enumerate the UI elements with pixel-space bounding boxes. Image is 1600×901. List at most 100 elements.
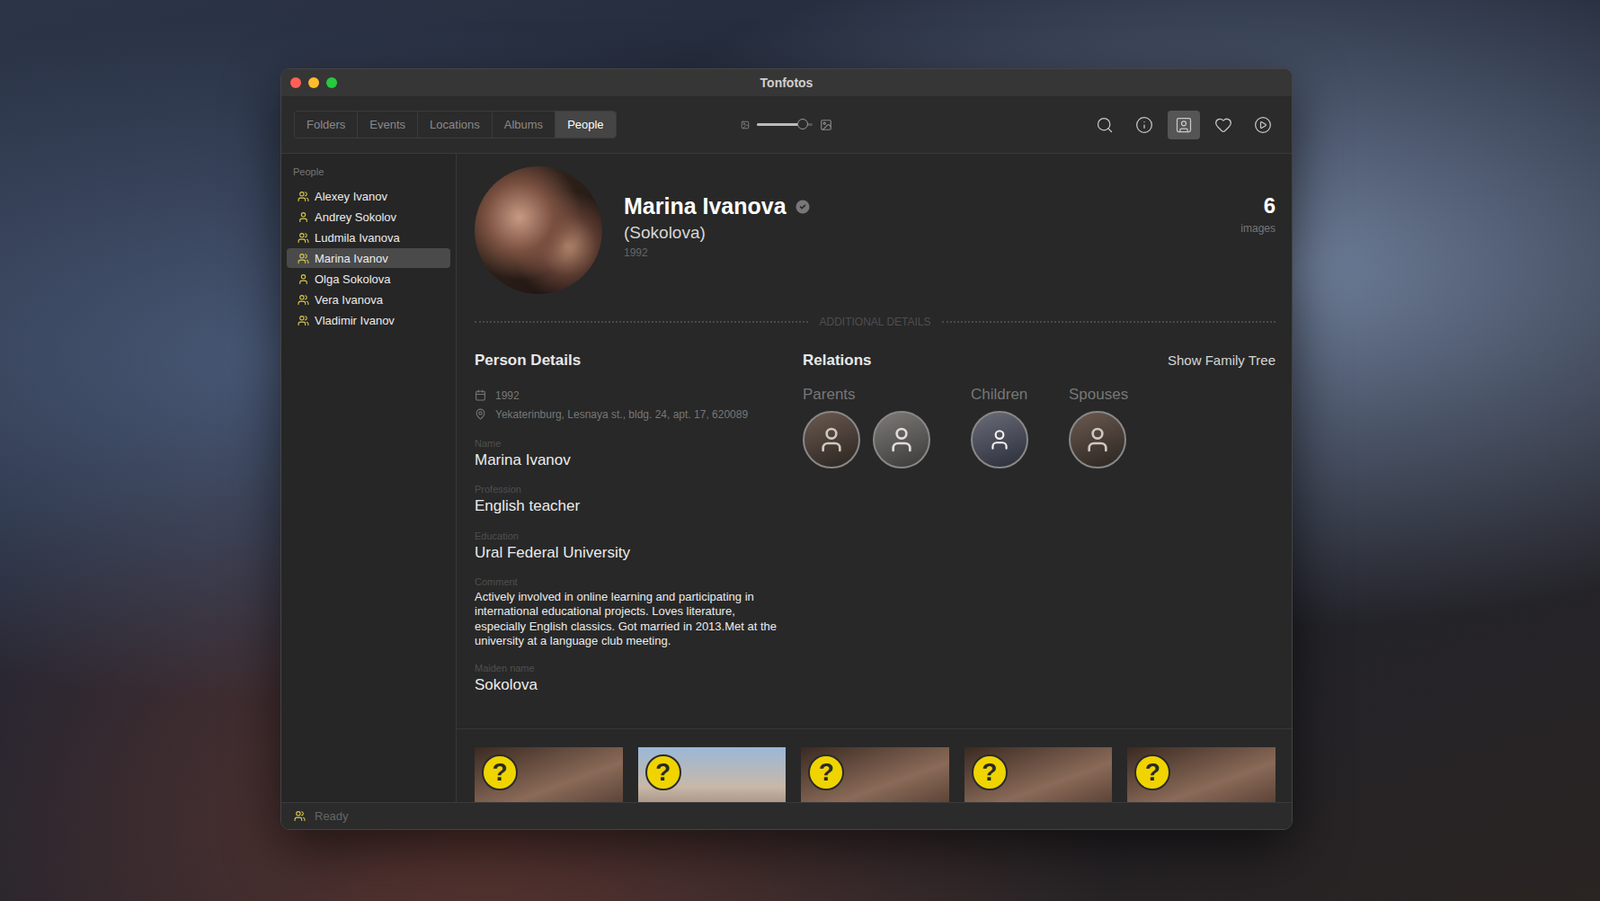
search-icon [1095,115,1114,134]
view-tab[interactable]: Albums [492,111,556,138]
name-block: Marina Ivanova(Sokolova)1992 [623,166,1219,259]
sidebar-item-label: Vladimir Ivanov [314,313,395,328]
relative-icon [1083,425,1112,454]
photo-strip: ????? [456,728,1292,802]
zoom-button[interactable] [326,77,338,89]
relative-icon [987,427,1012,452]
small-image-icon [740,120,750,130]
sidebar-item[interactable]: Olga Sokolova [286,268,451,289]
toolbar-button[interactable] [1128,110,1161,140]
relation-group: Spouses [1068,385,1129,469]
section-divider: ADDITIONAL DETAILS [474,315,1276,329]
field-label: Maiden name [474,662,785,674]
title-bar: Tonfotos [281,69,1292,97]
relation-avatars [802,410,931,469]
sidebar-item-label: Andrey Sokolov [314,210,397,224]
relation-avatars [970,410,1029,469]
heart-icon [1214,115,1233,134]
field-label: Comment [474,576,785,587]
toolbar-button[interactable] [1207,110,1240,140]
view-tab[interactable]: People [555,111,615,138]
people-icon [297,190,310,203]
birth-text: 1992 [495,389,520,402]
status-bar: Ready [281,801,1292,829]
sidebar-item[interactable]: Andrey Sokolov [286,206,451,227]
toolbar-buttons [1088,110,1280,140]
field-value: Marina Ivanov [474,451,785,470]
people-icon [293,809,306,822]
section-title: Relations [802,351,872,370]
people-icon [297,252,310,265]
person-icon [297,273,310,285]
person-header: Marina Ivanova(Sokolova)1992 6images [474,166,1276,294]
field-value: Ural Federal University [474,543,785,562]
detail-field: NameMarina Ivanov [474,437,785,470]
address-row: Yekaterinburg, Lesnaya st., bldg. 24, ap… [474,404,785,424]
status-text: Ready [314,808,349,823]
relation-groups: Parents Children Spouses [802,385,1276,469]
close-button[interactable] [290,77,302,89]
zoom-fill [756,123,803,126]
zoom-slider[interactable] [756,123,813,126]
person-card-icon [1174,115,1193,134]
divider-label: ADDITIONAL DETAILS [818,315,931,329]
zoom-knob[interactable] [797,118,809,130]
people-icon [297,231,310,244]
window-title: Tonfotos [380,75,1193,90]
relative-avatar[interactable] [1068,410,1127,469]
relation-label: Parents [802,385,931,404]
photo-thumbnail[interactable]: ? [1127,746,1276,802]
dotted-line [942,320,1276,323]
photo-thumbnail[interactable]: ? [474,746,623,802]
view-tab[interactable]: Locations [417,111,493,138]
sidebar-item[interactable]: Marina Ivanov [286,248,451,268]
unknown-face-badge: ? [1134,754,1171,791]
image-count-number: 6 [1263,193,1276,219]
sidebar: PeopleAlexey IvanovAndrey SokolovLudmila… [281,153,457,802]
relation-label: Spouses [1068,385,1129,404]
unknown-face-badge: ? [481,754,518,791]
toolbar-button[interactable] [1088,110,1121,140]
sidebar-item[interactable]: Vera Ivanova [286,289,451,310]
sidebar-item[interactable]: Vladimir Ivanov [286,310,451,330]
person-view: Marina Ivanova(Sokolova)1992 6images ADDIT… [456,153,1292,802]
relative-avatar[interactable] [970,410,1029,469]
relations: Relations Show Family Tree Parents Children… [802,351,1276,695]
field-value: Actively involved in online learning and… [474,589,785,649]
toolbar-button[interactable] [1246,110,1280,140]
view-tab[interactable]: Folders [294,111,358,138]
address-text: Yekaterinburg, Lesnaya st., bldg. 24, ap… [495,408,748,421]
view-tab[interactable]: Events [357,111,418,138]
relation-label: Children [970,385,1029,404]
person-icon [297,211,310,223]
family-tree-link[interactable]: Show Family Tree [1167,352,1276,368]
photo-thumbnail[interactable]: ? [800,746,950,802]
relative-avatar[interactable] [872,410,931,469]
minimize-button[interactable] [308,77,320,89]
toolbar-button[interactable] [1167,110,1200,140]
field-value: Sokolova [474,675,785,694]
section-title: Person Details [474,351,785,370]
person-content: Marina Ivanova(Sokolova)1992 6images ADDIT… [456,153,1292,729]
unknown-face-badge: ? [645,754,682,791]
photo-thumbnail[interactable]: ? [964,746,1113,802]
body: PeopleAlexey IvanovAndrey SokolovLudmila… [281,153,1292,802]
calendar-icon [474,389,487,401]
relation-group: Parents [802,385,931,469]
verified-icon[interactable] [793,197,812,216]
person-name: Marina Ivanova [623,193,787,220]
sidebar-item-label: Alexey Ivanov [314,189,388,204]
image-count: 6images [1240,166,1276,235]
sidebar-item[interactable]: Ludmila Ivanova [286,227,451,248]
zoom-control [740,118,833,132]
app-window: Tonfotos FoldersEventsLocationsAlbumsPeop… [280,68,1293,830]
field-value: English teacher [474,497,785,516]
view-tabs: FoldersEventsLocationsAlbumsPeople [293,110,617,139]
sidebar-item[interactable]: Alexey Ivanov [286,186,451,206]
detail-field: Maiden nameSokolova [474,662,785,694]
birth-row: 1992 [474,385,785,405]
sidebar-item-label: Olga Sokolova [314,272,392,286]
unknown-face-badge: ? [808,754,845,791]
photo-thumbnail[interactable]: ? [638,746,787,802]
relative-avatar[interactable] [802,410,861,469]
